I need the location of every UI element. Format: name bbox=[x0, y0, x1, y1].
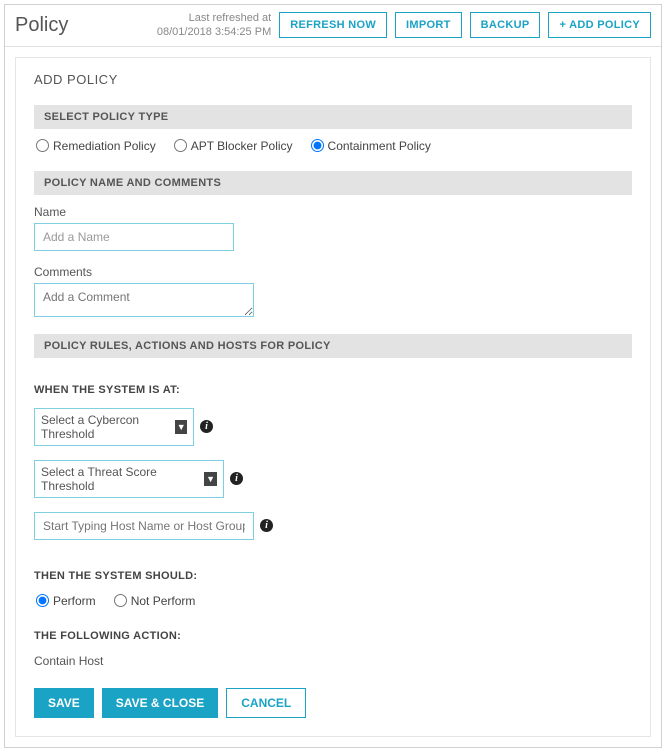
info-icon[interactable]: i bbox=[230, 472, 243, 485]
policy-type-radios: Remediation Policy APT Blocker Policy Co… bbox=[34, 139, 632, 153]
last-refreshed: Last refreshed at 08/01/2018 3:54:25 PM bbox=[157, 11, 271, 40]
name-input[interactable] bbox=[34, 223, 234, 251]
then-label: THEN THE SYSTEM SHOULD: bbox=[34, 570, 632, 582]
threat-score-threshold-select[interactable]: Select a Threat Score Threshold ▼ bbox=[34, 460, 224, 498]
radio-remediation-policy[interactable]: Remediation Policy bbox=[36, 139, 156, 153]
action-label: THE FOLLOWING ACTION: bbox=[34, 630, 632, 642]
info-icon[interactable]: i bbox=[200, 420, 213, 433]
chevron-down-icon: ▼ bbox=[175, 420, 187, 434]
comments-input[interactable] bbox=[34, 283, 254, 317]
form-title: ADD POLICY bbox=[34, 72, 632, 87]
page-header: Policy Last refreshed at 08/01/2018 3:54… bbox=[5, 5, 661, 47]
add-policy-button[interactable]: + ADD POLICY bbox=[548, 12, 651, 38]
save-button[interactable]: SAVE bbox=[34, 688, 94, 718]
backup-button[interactable]: BACKUP bbox=[470, 12, 541, 38]
cybercon-threshold-select[interactable]: Select a Cybercon Threshold ▼ bbox=[34, 408, 194, 446]
section-bar-name: POLICY NAME AND COMMENTS bbox=[34, 171, 632, 195]
add-policy-form: ADD POLICY SELECT POLICY TYPE Remediatio… bbox=[15, 57, 651, 737]
page-title: Policy bbox=[15, 14, 68, 37]
radio-apt-blocker-policy[interactable]: APT Blocker Policy bbox=[174, 139, 293, 153]
section-bar-rules: POLICY RULES, ACTIONS AND HOSTS FOR POLI… bbox=[34, 334, 632, 358]
section-bar-type: SELECT POLICY TYPE bbox=[34, 105, 632, 129]
when-label: WHEN THE SYSTEM IS AT: bbox=[34, 384, 632, 396]
info-icon[interactable]: i bbox=[260, 519, 273, 532]
radio-not-perform[interactable]: Not Perform bbox=[114, 594, 196, 608]
chevron-down-icon: ▼ bbox=[204, 472, 217, 486]
action-value: Contain Host bbox=[34, 654, 632, 668]
radio-containment-policy[interactable]: Containment Policy bbox=[311, 139, 431, 153]
save-close-button[interactable]: SAVE & CLOSE bbox=[102, 688, 218, 718]
import-button[interactable]: IMPORT bbox=[395, 12, 462, 38]
name-label: Name bbox=[34, 205, 632, 219]
refresh-now-button[interactable]: REFRESH NOW bbox=[279, 12, 387, 38]
comments-label: Comments bbox=[34, 265, 632, 279]
radio-perform[interactable]: Perform bbox=[36, 594, 96, 608]
host-input[interactable] bbox=[34, 512, 254, 540]
cancel-button[interactable]: CANCEL bbox=[226, 688, 306, 718]
